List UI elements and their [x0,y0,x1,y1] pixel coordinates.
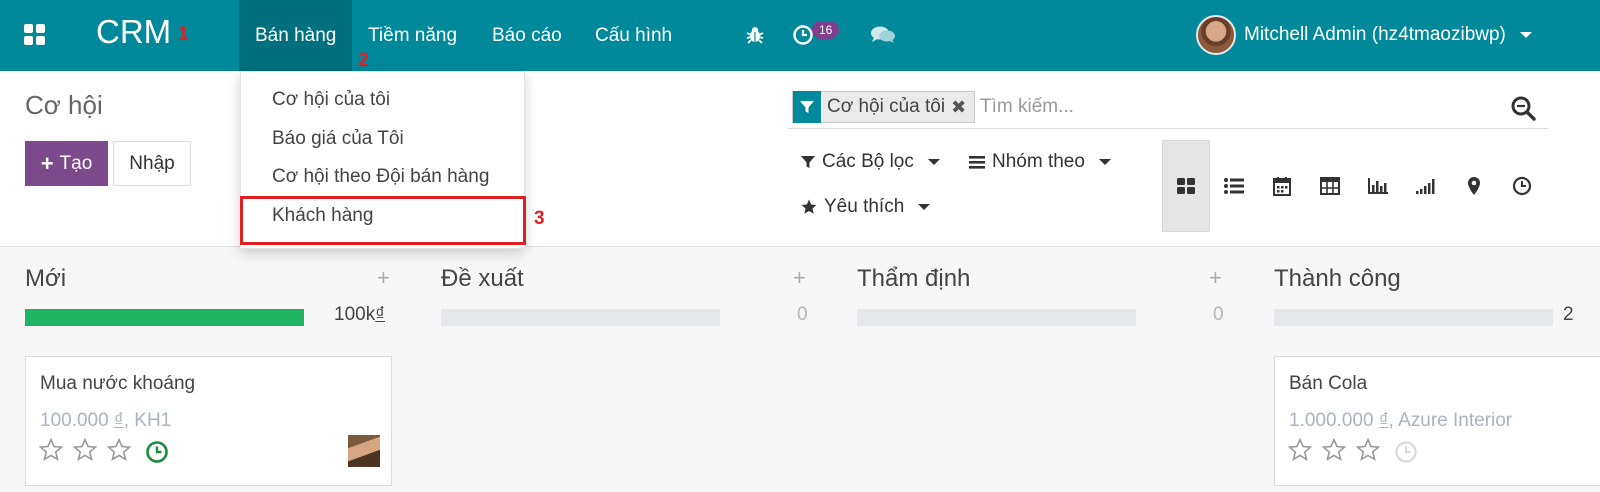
cohort-icon [1416,179,1435,194]
column-total: 100k₫ [334,304,385,325]
column-title: Mới [25,265,67,292]
group-by-label: Nhóm theo [992,151,1085,172]
cohort-view-button[interactable] [1402,140,1450,232]
quick-create-plus-icon[interactable]: + [377,265,390,291]
annotation-marker-3: 3 [534,208,545,229]
card-subtitle: 1.000.000 ₫, Azure Interior [1289,410,1513,431]
star-outline-icon[interactable] [1287,437,1313,463]
star-outline-icon[interactable] [106,437,132,463]
graph-view-button[interactable] [1354,140,1402,232]
kanban-card[interactable]: Bán Cola 1.000.000 ₫, Azure Interior [1274,356,1600,486]
column-title: Đề xuất [441,265,524,292]
chevron-down-icon [1098,159,1111,165]
pivot-icon [1320,177,1340,195]
sales-dropdown-menu: Cơ hội của tôi Báo giá của Tôi Cơ hội th… [240,71,526,249]
user-avatar [1196,15,1236,55]
calendar-icon [1273,177,1291,196]
messaging-chat-icon[interactable] [870,22,896,48]
top-navbar: CRM 1 Bán hàng 2 Tiềm năng Báo cáo Cấu h… [0,0,1600,71]
apps-menu-icon[interactable] [24,24,46,46]
favorites-label: Yêu thích [824,196,905,217]
page-title: Cơ hội [25,90,103,120]
pivot-view-button[interactable] [1306,140,1354,232]
graph-icon [1368,178,1388,194]
priority-stars [1287,437,1381,463]
column-progress-bar[interactable] [857,309,1136,326]
menu-cau-hinh[interactable]: Cấu hình [579,0,688,71]
activity-view-button[interactable] [1498,140,1546,232]
dropdown-item-team-opportunities[interactable]: Cơ hội theo Đội bán hàng [272,166,489,188]
list-icon [1224,178,1244,194]
calendar-view-button[interactable] [1258,140,1306,232]
facet-value: Cơ hội của tôi [827,96,946,117]
menu-ban-hang[interactable]: Bán hàng [239,0,353,71]
filters-dropdown[interactable]: Các Bộ lọc [800,151,940,173]
user-name: Mitchell Admin (hz4tmaozibwp) [1244,24,1506,45]
plus-icon: + [40,150,54,176]
remove-facet-icon[interactable]: ✖ [951,97,974,118]
kanban-card[interactable]: Mua nước khoáng 100.000 ₫, KH1 [25,356,392,486]
progress-fill [25,309,304,326]
star-icon [801,199,817,214]
kanban-icon [1177,178,1195,194]
user-menu[interactable]: Mitchell Admin (hz4tmaozibwp) [1196,14,1532,56]
create-button-label: Tạo [59,152,93,174]
search-facet: Cơ hội của tôi ✖ [792,91,976,123]
debug-bug-icon[interactable] [742,22,768,48]
column-progress-bar[interactable] [1274,309,1553,326]
currency-symbol: ₫ [375,304,385,325]
search-icon[interactable] [1510,95,1536,126]
activity-icon [1512,176,1532,196]
create-button[interactable]: + Tạo [25,141,108,186]
app-brand[interactable]: CRM [96,13,171,51]
star-outline-icon[interactable] [1355,437,1381,463]
card-subtitle: 100.000 ₫, KH1 [40,410,172,431]
list-view-button[interactable] [1210,140,1258,232]
bars-icon [969,156,985,169]
search-input[interactable] [980,93,1480,121]
chevron-down-icon [927,159,940,165]
chevron-down-icon [918,204,931,210]
menu-bao-cao[interactable]: Báo cáo [476,0,578,71]
column-progress-bar[interactable] [441,309,720,326]
activity-clock-icon[interactable] [1394,440,1418,469]
map-view-button[interactable] [1450,140,1498,232]
column-total: 0 [797,304,808,325]
column-title: Thẩm định [857,265,971,292]
star-outline-icon[interactable] [38,437,64,463]
column-total: 2 [1563,304,1574,325]
star-outline-icon[interactable] [1321,437,1347,463]
priority-stars [38,437,132,463]
favorites-dropdown[interactable]: Yêu thích [800,196,931,218]
filter-icon [793,91,821,123]
star-outline-icon[interactable] [72,437,98,463]
salesperson-avatar [348,435,380,467]
column-total: 0 [1213,304,1224,325]
view-switcher [1162,140,1546,232]
dropdown-item-my-opportunities[interactable]: Cơ hội của tôi [272,89,390,111]
dropdown-item-my-quotations[interactable]: Báo giá của Tôi [272,128,404,150]
filters-label: Các Bộ lọc [822,151,914,172]
annotation-marker-1: 1 [178,24,189,45]
column-progress-bar[interactable] [25,309,304,326]
activity-count-badge: 16 [812,21,840,39]
import-button[interactable]: Nhập [113,141,191,186]
highlight-box [240,196,526,245]
chevron-down-icon [1519,32,1532,38]
card-title: Bán Cola [1289,373,1368,394]
quick-create-plus-icon[interactable]: + [1209,265,1222,291]
quick-create-plus-icon[interactable]: + [793,265,806,291]
column-title: Thành công [1274,265,1401,292]
menu-tiem-nang[interactable]: Tiềm năng [352,0,473,71]
funnel-icon [801,156,815,168]
group-by-dropdown[interactable]: Nhóm theo [968,151,1111,173]
kanban-view-button[interactable] [1162,140,1210,232]
map-pin-icon [1468,177,1480,195]
card-title: Mua nước khoáng [40,373,196,394]
search-bar: Cơ hội của tôi ✖ [788,89,1548,129]
activity-clock-icon[interactable] [145,440,169,469]
